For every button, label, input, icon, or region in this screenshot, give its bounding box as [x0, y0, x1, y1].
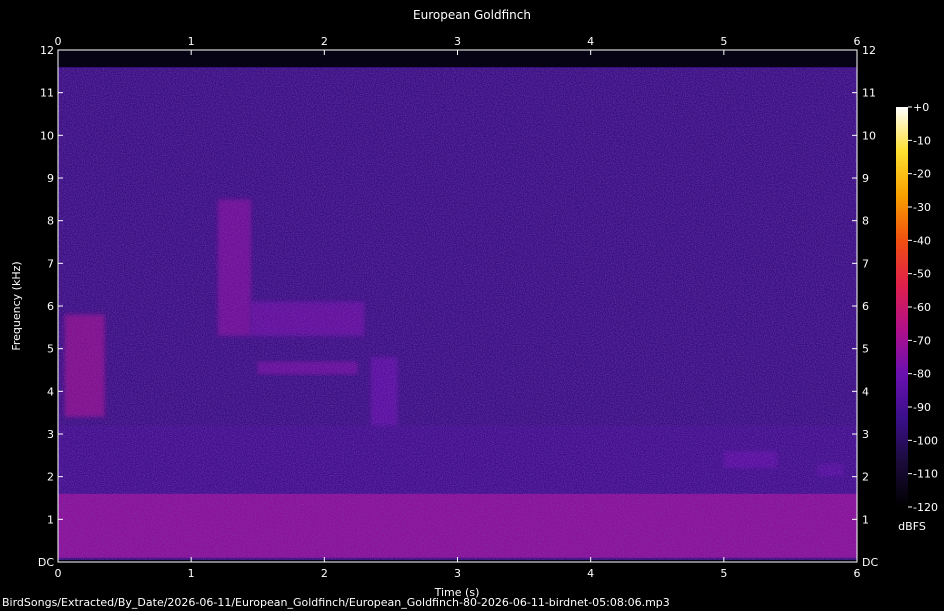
colorbar-tick-label: -110 — [913, 468, 938, 481]
colorbar-tick-label: -90 — [913, 401, 931, 414]
x-tick-label: 5 — [720, 567, 727, 580]
chart-title: European Goldfinch — [413, 8, 531, 22]
x-tick-label-top: 5 — [720, 35, 727, 48]
colorbar-tick-label: -50 — [913, 268, 931, 281]
x-tick-label: 3 — [454, 567, 461, 580]
y-tick-label-right: 2 — [862, 471, 869, 484]
y-tick-label: 12 — [40, 44, 54, 57]
colorbar-tick-label: -20 — [913, 168, 931, 181]
colorbar-tick-label: +0 — [913, 101, 929, 114]
colorbar-scale — [896, 107, 908, 507]
x-tick-label-top: 1 — [188, 35, 195, 48]
y-tick-label-right: DC — [862, 556, 878, 569]
x-tick-label: 1 — [188, 567, 195, 580]
y-tick-label-right: 1 — [862, 513, 869, 526]
spectrogram-figure: European Goldfinch 0123456 0123456 DC123… — [10, 8, 938, 599]
y-tick-label: 11 — [40, 87, 54, 100]
colorbar: +0 -10 -20 -30 -40 -50 -60 -70 -80 -90 -100 -110 -12… — [896, 101, 938, 533]
y-tick-label: 7 — [47, 257, 54, 270]
x-tick-label: 4 — [587, 567, 594, 580]
y-tick-label-right: 6 — [862, 300, 869, 313]
colorbar-tick-label: -120 — [913, 501, 938, 514]
x-tick-label-top: 6 — [854, 35, 861, 48]
y-tick-label: DC — [38, 556, 54, 569]
x-tick-label-top: 4 — [587, 35, 594, 48]
colorbar-tick-label: -10 — [913, 134, 931, 147]
y-tick-label-right: 10 — [862, 129, 876, 142]
y-tick-label-right: 8 — [862, 215, 869, 228]
y-tick-label-right: 12 — [862, 44, 876, 57]
y-tick-label-right: 5 — [862, 343, 869, 356]
noise-texture — [58, 68, 857, 560]
y-tick-label-right: 9 — [862, 172, 869, 185]
y-tick-label-right: 3 — [862, 428, 869, 441]
x-tick-label: 2 — [321, 567, 328, 580]
colorbar-tick-label: -40 — [913, 234, 931, 247]
y-tick-label: 2 — [47, 471, 54, 484]
x-tick-label-top: 0 — [55, 35, 62, 48]
plot-area — [57, 49, 858, 563]
colorbar-tick-label: -60 — [913, 301, 931, 314]
y-tick-label: 9 — [47, 172, 54, 185]
x-tick-label: 6 — [854, 567, 861, 580]
colorbar-tick-label: -100 — [913, 434, 938, 447]
x-tick-label-top: 2 — [321, 35, 328, 48]
y-tick-label: 10 — [40, 129, 54, 142]
y-tick-label: 1 — [47, 513, 54, 526]
x-tick-label: 0 — [55, 567, 62, 580]
x-tick-label-top: 3 — [454, 35, 461, 48]
y-tick-label: 6 — [47, 300, 54, 313]
y-axis-label: Frequency (kHz) — [10, 261, 23, 350]
colorbar-label: dBFS — [898, 520, 926, 533]
colorbar-tick-label: -80 — [913, 368, 931, 381]
y-tick-label: 8 — [47, 215, 54, 228]
file-path-caption: BirdSongs/Extracted/By_Date/2026-06-11/E… — [2, 596, 670, 609]
colorbar-tick-label: -30 — [913, 201, 931, 214]
y-tick-label: 4 — [47, 385, 54, 398]
y-tick-label: 5 — [47, 343, 54, 356]
colorbar-tick-label: -70 — [913, 334, 931, 347]
y-tick-label: 3 — [47, 428, 54, 441]
y-tick-label-right: 7 — [862, 257, 869, 270]
y-tick-label-right: 4 — [862, 385, 869, 398]
y-tick-label-right: 11 — [862, 87, 876, 100]
